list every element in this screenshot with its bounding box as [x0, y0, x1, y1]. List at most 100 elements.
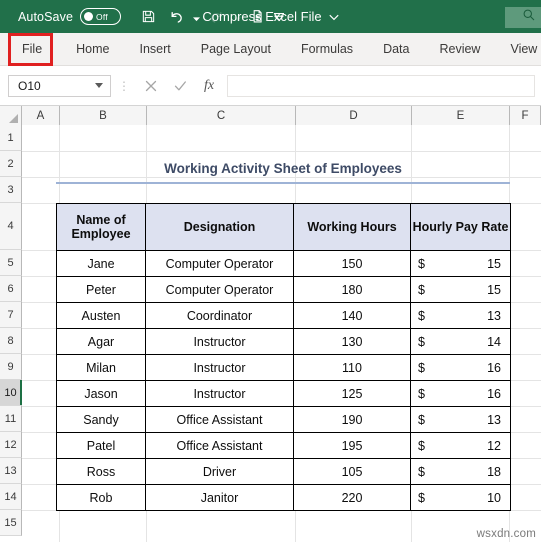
row-header-13[interactable]: 13 [0, 458, 22, 484]
column-header-d[interactable]: D [296, 106, 412, 125]
currency-symbol: $ [418, 360, 425, 375]
tab-home[interactable]: Home [70, 33, 115, 65]
row-header-15[interactable]: 15 [0, 510, 22, 536]
row-header-9[interactable]: 9 [0, 354, 22, 380]
cell-employee-name[interactable]: Jane [56, 250, 146, 277]
row-header-14[interactable]: 14 [0, 484, 22, 510]
cell-employee-name[interactable]: Ross [56, 458, 146, 485]
cell-employee-name[interactable]: Patel [56, 432, 146, 459]
search-input[interactable] [505, 7, 541, 28]
cell-designation[interactable]: Instructor [145, 380, 294, 407]
cell-designation[interactable]: Janitor [145, 484, 294, 511]
rate-value: 16 [487, 360, 501, 375]
cell-working-hours[interactable]: 105 [293, 458, 411, 485]
cell-working-hours[interactable]: 125 [293, 380, 411, 407]
row-header-11[interactable]: 11 [0, 406, 22, 432]
document-title: Compress Excel File [202, 9, 322, 24]
formula-input[interactable] [227, 74, 535, 97]
row-header-10[interactable]: 10 [0, 380, 22, 406]
tab-page-layout[interactable]: Page Layout [195, 33, 277, 65]
row-header-8[interactable]: 8 [0, 328, 22, 354]
cell-designation[interactable]: Coordinator [145, 302, 294, 329]
cell-working-hours[interactable]: 180 [293, 276, 411, 303]
cell-hourly-pay-rate[interactable]: $ 14 [410, 328, 511, 355]
cell-working-hours[interactable]: 140 [293, 302, 411, 329]
tab-review[interactable]: Review [433, 33, 486, 65]
row-header-5[interactable]: 5 [0, 250, 22, 276]
cell-employee-name[interactable]: Jason [56, 380, 146, 407]
tab-formulas[interactable]: Formulas [295, 33, 359, 65]
cell-hourly-pay-rate[interactable]: $ 15 [410, 276, 511, 303]
cell-hourly-pay-rate[interactable]: $ 10 [410, 484, 511, 511]
row-header-12[interactable]: 12 [0, 432, 22, 458]
fx-label: fx [203, 77, 215, 93]
undo-icon[interactable] [163, 5, 189, 29]
cell-employee-name[interactable]: Milan [56, 354, 146, 381]
cell-designation[interactable]: Driver [145, 458, 294, 485]
cell-hourly-pay-rate[interactable]: $ 15 [410, 250, 511, 277]
cell-hourly-pay-rate[interactable]: $ 13 [410, 302, 511, 329]
column-header-c[interactable]: C [147, 106, 296, 125]
cell-hourly-pay-rate[interactable]: $ 18 [410, 458, 511, 485]
autosave-toggle[interactable]: Off [80, 8, 122, 25]
chevron-down-icon[interactable] [328, 8, 339, 26]
name-box[interactable]: O10 [8, 74, 111, 97]
fx-icon[interactable]: fx [195, 75, 223, 97]
cell-working-hours[interactable]: 190 [293, 406, 411, 433]
column-header-f[interactable]: F [510, 106, 541, 125]
table-row: Milan Instructor 110 $ 16 [56, 354, 511, 381]
cell-employee-name[interactable]: Peter [56, 276, 146, 303]
cell-working-hours[interactable]: 150 [293, 250, 411, 277]
autosave-state-label: Off [96, 11, 108, 22]
column-header-a[interactable]: A [22, 106, 60, 125]
undo-dropdown-icon[interactable] [191, 5, 202, 29]
cell-working-hours[interactable]: 195 [293, 432, 411, 459]
cell-employee-name[interactable]: Austen [56, 302, 146, 329]
table-body: Jane Computer Operator 150 $ 15 Peter Co… [56, 250, 511, 511]
close-icon[interactable] [137, 75, 165, 97]
cell-working-hours[interactable]: 130 [293, 328, 411, 355]
cell-hourly-pay-rate[interactable]: $ 13 [410, 406, 511, 433]
cell-hourly-pay-rate[interactable]: $ 16 [410, 354, 511, 381]
column-header-b[interactable]: B [60, 106, 147, 125]
rate-value: 16 [487, 386, 501, 401]
watermark: wsxdn.com [476, 528, 536, 540]
column-header-e[interactable]: E [412, 106, 510, 125]
formula-bar-actions: fx [137, 75, 223, 97]
cell-designation[interactable]: Office Assistant [145, 432, 294, 459]
autosave-control[interactable]: AutoSave Off [18, 8, 122, 25]
select-all-corner[interactable] [0, 106, 22, 125]
currency-symbol: $ [418, 438, 425, 453]
cell-hourly-pay-rate[interactable]: $ 12 [410, 432, 511, 459]
cell-employee-name[interactable]: Agar [56, 328, 146, 355]
row-header-7[interactable]: 7 [0, 302, 22, 328]
tab-view[interactable]: View [504, 33, 541, 65]
row-header-4[interactable]: 4 [0, 203, 22, 250]
cell-designation[interactable]: Office Assistant [145, 406, 294, 433]
cell-working-hours[interactable]: 110 [293, 354, 411, 381]
chevron-down-icon[interactable] [95, 83, 103, 88]
currency-symbol: $ [418, 464, 425, 479]
rate-value: 13 [487, 412, 501, 427]
currency-symbol: $ [418, 386, 425, 401]
cell-employee-name[interactable]: Sandy [56, 406, 146, 433]
cell-designation[interactable]: Instructor [145, 328, 294, 355]
tab-data[interactable]: Data [377, 33, 415, 65]
cell-hourly-pay-rate[interactable]: $ 16 [410, 380, 511, 407]
row-header-2[interactable]: 2 [0, 151, 22, 177]
row-header-1[interactable]: 1 [0, 125, 22, 151]
table-row: Ross Driver 105 $ 18 [56, 458, 511, 485]
tab-file[interactable]: File [16, 33, 48, 65]
row-header-3[interactable]: 3 [0, 177, 22, 203]
cell-designation[interactable]: Computer Operator [145, 250, 294, 277]
save-icon[interactable] [135, 5, 161, 29]
cell-working-hours[interactable]: 220 [293, 484, 411, 511]
cell-designation[interactable]: Instructor [145, 354, 294, 381]
cell-employee-name[interactable]: Rob [56, 484, 146, 511]
table-row: Agar Instructor 130 $ 14 [56, 328, 511, 355]
check-icon[interactable] [166, 75, 194, 97]
cell-designation[interactable]: Computer Operator [145, 276, 294, 303]
tab-insert[interactable]: Insert [134, 33, 177, 65]
row-header-6[interactable]: 6 [0, 276, 22, 302]
ribbon-tabs: File Home Insert Page Layout Formulas Da… [0, 33, 541, 65]
